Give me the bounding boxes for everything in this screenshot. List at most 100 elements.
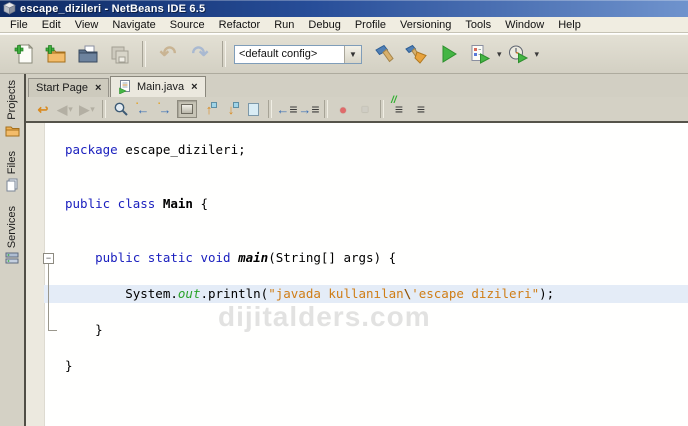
highlight-search-icon — [181, 104, 193, 114]
code-line-14[interactable]: } — [44, 357, 688, 375]
menu-item-tools[interactable]: Tools — [458, 18, 498, 32]
fold-guide-line — [48, 264, 49, 330]
forward-button[interactable]: ▶▾ — [77, 100, 97, 118]
menu-item-file[interactable]: File — [3, 18, 35, 32]
debug-dropdown-caret[interactable]: ▾ — [497, 49, 502, 60]
back-icon: ◀ — [57, 103, 67, 116]
stop-macro-recording-button[interactable]: ■ — [355, 100, 375, 118]
find-next-button[interactable]: ▪ → — [155, 100, 175, 118]
new-file-button[interactable] — [10, 40, 38, 68]
stop-macro-icon: ■ — [361, 102, 368, 116]
toolbar-separator — [142, 41, 146, 67]
sidebar-tab-projects[interactable]: Projects — [5, 74, 20, 145]
clean-build-project-button[interactable] — [402, 40, 430, 68]
code-editor[interactable]: package escape_dizileri;public class Mai… — [26, 123, 688, 426]
toggle-highlight-search-button[interactable] — [177, 100, 197, 118]
sidebar-tab-services[interactable]: Services — [5, 200, 19, 272]
close-tab-icon[interactable]: × — [95, 82, 101, 94]
code-line-2[interactable]: package escape_dizileri; — [44, 141, 688, 159]
close-tab-icon[interactable]: × — [191, 81, 197, 93]
previous-bookmark-button[interactable]: ↑ — [199, 100, 219, 118]
code-line-6[interactable] — [44, 213, 688, 231]
code-line-8[interactable]: public static void main(String[] args) { — [44, 249, 688, 267]
menu-item-refactor[interactable]: Refactor — [212, 18, 268, 32]
comment-slashes-icon: // — [391, 95, 397, 106]
run-project-button[interactable] — [434, 40, 462, 68]
fold-guide-foot — [48, 330, 57, 331]
find-magnifier-icon — [113, 101, 129, 117]
left-tab-strip: Projects Files Services — [0, 74, 26, 426]
open-project-button[interactable] — [74, 40, 102, 68]
code-line-13[interactable] — [44, 339, 688, 357]
run-icon — [436, 42, 460, 66]
editor-toolbar-separator — [380, 100, 384, 118]
fold-toggle[interactable]: − — [43, 253, 54, 264]
next-bookmark-button[interactable]: ↓ — [221, 100, 241, 118]
redo-icon: ↷ — [192, 44, 209, 64]
comment-button[interactable]: ≡ // — [389, 100, 409, 118]
shift-line-right-button[interactable]: →≡ — [299, 100, 319, 118]
config-select[interactable]: <default config> ▼ — [234, 45, 362, 64]
debug-project-button[interactable] — [466, 40, 494, 68]
tab-start-page-label: Start Page — [36, 82, 88, 94]
redo-button[interactable]: ↷ — [186, 40, 214, 68]
services-icon — [5, 252, 19, 264]
profile-clock-icon — [506, 42, 530, 66]
forward-caret-icon: ▾ — [90, 104, 95, 115]
start-macro-recording-button[interactable]: ● — [333, 100, 353, 118]
find-previous-icon: ← — [137, 103, 150, 116]
build-project-button[interactable] — [370, 40, 398, 68]
menu-item-run[interactable]: Run — [267, 18, 301, 32]
code-line-4[interactable] — [44, 177, 688, 195]
code-line-9[interactable] — [44, 267, 688, 285]
code-line-1[interactable] — [44, 123, 688, 141]
menu-item-source[interactable]: Source — [163, 18, 212, 32]
menu-item-debug[interactable]: Debug — [301, 18, 347, 32]
tab-main-java[interactable]: Main.java × — [110, 76, 206, 97]
code-line-3[interactable] — [44, 159, 688, 177]
find-button[interactable] — [111, 100, 131, 118]
bookmark-dot-icon — [211, 102, 217, 108]
text-lines-icon: ≡ — [311, 101, 319, 117]
files-icon — [5, 178, 19, 192]
sidebar-tab-files[interactable]: Files — [5, 145, 19, 200]
new-project-button[interactable] — [42, 40, 70, 68]
text-lines-icon: ≡ — [289, 101, 297, 117]
toggle-bookmark-button[interactable] — [243, 100, 263, 118]
sidebar-tab-services-label: Services — [6, 206, 18, 248]
watermark: dijitalders.com — [218, 301, 431, 333]
menu-item-versioning[interactable]: Versioning — [393, 18, 458, 32]
toolbar-separator — [222, 41, 226, 67]
menu-item-window[interactable]: Window — [498, 18, 551, 32]
code-area[interactable]: package escape_dizileri;public class Mai… — [44, 123, 688, 426]
profile-project-button[interactable] — [504, 40, 532, 68]
tab-start-page[interactable]: Start Page × — [28, 78, 109, 97]
save-all-button[interactable] — [106, 40, 134, 68]
last-edit-icon: ↩ — [38, 103, 49, 116]
find-previous-button[interactable]: ▪ ← — [133, 100, 153, 118]
config-dropdown-button[interactable]: ▼ — [344, 46, 361, 63]
uncomment-button[interactable]: ≡ — [411, 100, 431, 118]
sidebar-tab-projects-label: Projects — [6, 80, 18, 120]
record-macro-icon: ● — [339, 102, 347, 117]
java-file-icon — [118, 80, 132, 94]
editor-tab-row: Start Page × Main.java × — [26, 74, 688, 97]
code-line-5[interactable]: public class Main { — [44, 195, 688, 213]
menu-item-help[interactable]: Help — [551, 18, 588, 32]
last-edit-position-button[interactable]: ↩ — [33, 100, 53, 118]
menu-item-profile[interactable]: Profile — [348, 18, 393, 32]
editor-gutter[interactable] — [26, 123, 45, 426]
back-button[interactable]: ◀▾ — [55, 100, 75, 118]
menu-item-edit[interactable]: Edit — [35, 18, 68, 32]
shift-right-icon: → — [298, 103, 311, 116]
menu-item-navigate[interactable]: Navigate — [105, 18, 162, 32]
profile-dropdown-caret[interactable]: ▾ — [535, 49, 540, 60]
page-accent-icon: ▪ — [136, 101, 138, 107]
code-line-7[interactable] — [44, 231, 688, 249]
shift-line-left-button[interactable]: ←≡ — [277, 100, 297, 118]
clean-build-icon — [404, 42, 428, 66]
undo-button[interactable]: ↶ — [154, 40, 182, 68]
editor-area: Start Page × Main.java × ↩ ◀▾ — [26, 74, 688, 426]
title-bar[interactable]: escape_dizileri - NetBeans IDE 6.5 — [0, 0, 688, 17]
menu-item-view[interactable]: View — [68, 18, 106, 32]
